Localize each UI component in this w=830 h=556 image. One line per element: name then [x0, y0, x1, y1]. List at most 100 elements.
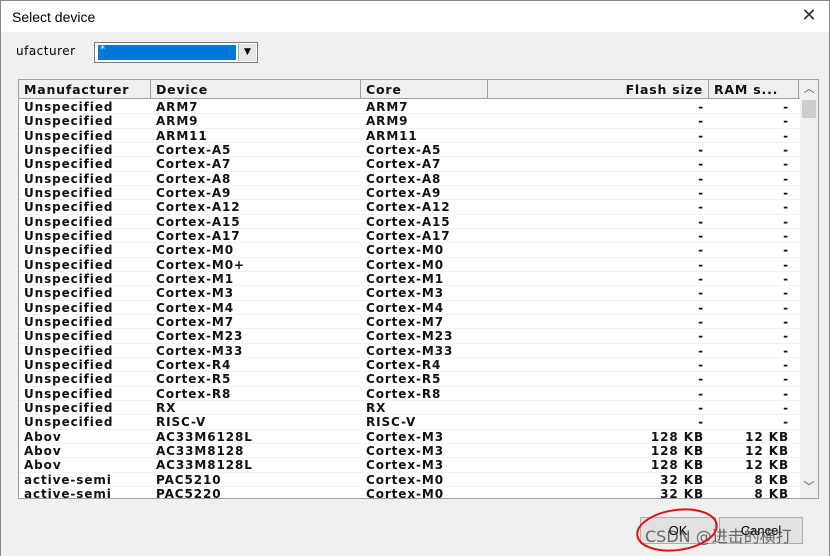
chevron-down-icon[interactable]: ▼: [238, 44, 256, 61]
cell-device: AC33M8128L: [156, 458, 253, 473]
table-row[interactable]: Unspecified Cortex-M23 Cortex-M23 - -: [19, 329, 801, 344]
table-row[interactable]: Unspecified RISC-V RISC-V - -: [19, 415, 801, 430]
cell-ram-size: -: [783, 329, 789, 344]
cell-manufacturer: Unspecified: [24, 415, 114, 430]
table-row[interactable]: Unspecified Cortex-A7 Cortex-A7 - -: [19, 157, 801, 172]
cell-flash-size: -: [698, 228, 704, 243]
cell-device: Cortex-M3: [156, 286, 234, 301]
manufacturer-label: ufacturer: [16, 44, 76, 58]
cell-flash-size: -: [698, 300, 704, 315]
cell-core: Cortex-A12: [366, 200, 451, 215]
cell-core: Cortex-A5: [366, 142, 442, 157]
cell-device: ARM9: [156, 114, 199, 129]
table-row[interactable]: Unspecified Cortex-M7 Cortex-M7 - -: [19, 314, 801, 330]
cell-ram-size: -: [783, 142, 789, 157]
table-row[interactable]: Unspecified Cortex-A12 Cortex-A12 - -: [19, 200, 801, 215]
cell-device: Cortex-M33: [156, 343, 244, 358]
table-row[interactable]: Unspecified ARM9 ARM9 - -: [19, 114, 801, 129]
cell-flash-size: -: [698, 357, 704, 372]
table-row[interactable]: Unspecified Cortex-M33 Cortex-M33 - -: [19, 344, 801, 358]
cell-core: RX: [366, 400, 387, 415]
cell-ram-size: -: [783, 286, 789, 301]
cell-device: Cortex-R5: [156, 372, 232, 387]
cell-manufacturer: Unspecified: [24, 286, 114, 301]
cell-core: Cortex-M4: [366, 300, 444, 315]
cell-core: ARM9: [366, 114, 409, 129]
table-row[interactable]: Unspecified Cortex-M0+ Cortex-M0 - -: [19, 258, 801, 272]
table-row[interactable]: Unspecified ARM11 ARM11 - -: [19, 129, 801, 143]
table-row[interactable]: Unspecified Cortex-A17 Cortex-A17 - -: [19, 228, 801, 244]
cell-ram-size: -: [783, 372, 789, 387]
table-row[interactable]: Unspecified Cortex-M4 Cortex-M4 - -: [19, 301, 801, 315]
close-icon[interactable]: ✕: [797, 5, 821, 26]
cell-manufacturer: Abov: [24, 458, 62, 473]
cell-ram-size: -: [783, 314, 789, 329]
table-row[interactable]: Unspecified Cortex-M0 Cortex-M0 - -: [19, 243, 801, 258]
cell-core: Cortex-M3: [366, 429, 444, 444]
cell-device: PAC5220: [156, 486, 222, 499]
cell-flash-size: 128 KB: [650, 443, 704, 458]
watermark: CSDN @进击的横打: [645, 527, 792, 546]
column-header-device[interactable]: Device: [151, 80, 361, 99]
cell-flash-size: -: [698, 286, 704, 301]
cell-ram-size: -: [783, 243, 789, 258]
cell-core: Cortex-A7: [366, 157, 442, 172]
manufacturer-select[interactable]: * ▼: [94, 42, 258, 63]
table-row[interactable]: Unspecified Cortex-A15 Cortex-A15 - -: [19, 215, 801, 229]
cell-flash-size: 128 KB: [650, 458, 704, 473]
table-row[interactable]: Unspecified Cortex-M3 Cortex-M3 - -: [19, 286, 801, 301]
cell-manufacturer: Unspecified: [24, 329, 114, 344]
cell-ram-size: 12 KB: [745, 443, 789, 458]
table-row[interactable]: Abov AC33M8128 Cortex-M3 128 KB 12 KB: [19, 443, 801, 459]
cell-flash-size: -: [698, 200, 704, 215]
table-row[interactable]: Unspecified Cortex-R4 Cortex-R4 - -: [19, 357, 801, 373]
cell-device: Cortex-A15: [156, 214, 241, 229]
cell-core: Cortex-A8: [366, 171, 442, 186]
scrollbar-thumb[interactable]: [802, 100, 816, 118]
dialog-title: Select device: [12, 9, 96, 25]
cell-ram-size: -: [783, 300, 789, 315]
cell-device: Cortex-M7: [156, 314, 234, 329]
table-row[interactable]: Unspecified Cortex-R5 Cortex-R5 - -: [19, 372, 801, 387]
cell-manufacturer: Unspecified: [24, 100, 114, 114]
vertical-scrollbar[interactable]: ︿ ﹀: [800, 80, 818, 498]
cell-core: Cortex-M3: [366, 286, 444, 301]
chevron-down-icon[interactable]: ﹀: [800, 478, 818, 496]
chevron-up-icon[interactable]: ︿: [800, 80, 818, 98]
cell-ram-size: -: [783, 100, 789, 114]
cell-device: Cortex-M0: [156, 243, 234, 258]
cell-ram-size: 12 KB: [745, 429, 789, 444]
table-row[interactable]: Abov AC33M8128L Cortex-M3 128 KB 12 KB: [19, 458, 801, 473]
cell-core: RISC-V: [366, 415, 417, 430]
cell-ram-size: 8 KB: [754, 472, 789, 487]
cell-manufacturer: Unspecified: [24, 372, 114, 387]
table-row[interactable]: Unspecified Cortex-R8 Cortex-R8 - -: [19, 387, 801, 401]
cell-flash-size: -: [698, 257, 704, 272]
cell-device: RISC-V: [156, 415, 207, 430]
table-row[interactable]: Unspecified ARM7 ARM7 - -: [19, 100, 801, 115]
cell-flash-size: -: [698, 343, 704, 358]
table-row[interactable]: active-semi PAC5220 Cortex-M0 32 KB 8 KB: [19, 486, 801, 499]
cell-manufacturer: active-semi: [24, 486, 112, 499]
title-bar: Select device ✕: [0, 0, 830, 32]
cell-core: Cortex-A17: [366, 228, 451, 243]
column-header-flash-size[interactable]: Flash size: [488, 80, 709, 99]
cell-manufacturer: Abov: [24, 429, 62, 444]
table-row[interactable]: Unspecified Cortex-A9 Cortex-A9 - -: [19, 186, 801, 201]
cell-ram-size: -: [783, 415, 789, 430]
table-row[interactable]: Unspecified Cortex-M1 Cortex-M1 - -: [19, 272, 801, 287]
cell-manufacturer: Unspecified: [24, 214, 114, 229]
column-header-manufacturer[interactable]: Manufacturer: [19, 80, 151, 99]
cell-ram-size: -: [783, 128, 789, 143]
table-row[interactable]: Unspecified RX RX - -: [19, 400, 801, 416]
table-row[interactable]: active-semi PAC5210 Cortex-M0 32 KB 8 KB: [19, 473, 801, 487]
cell-ram-size: -: [783, 228, 789, 243]
column-header-core[interactable]: Core: [361, 80, 488, 99]
cell-ram-size: -: [783, 357, 789, 372]
cell-ram-size: -: [783, 386, 789, 401]
cell-device: Cortex-M4: [156, 300, 234, 315]
table-row[interactable]: Unspecified Cortex-A8 Cortex-A8 - -: [19, 172, 801, 186]
column-header-ram-size[interactable]: RAM s...: [709, 80, 799, 99]
table-row[interactable]: Abov AC33M6128L Cortex-M3 128 KB 12 KB: [19, 430, 801, 444]
table-row[interactable]: Unspecified Cortex-A5 Cortex-A5 - -: [19, 142, 801, 158]
